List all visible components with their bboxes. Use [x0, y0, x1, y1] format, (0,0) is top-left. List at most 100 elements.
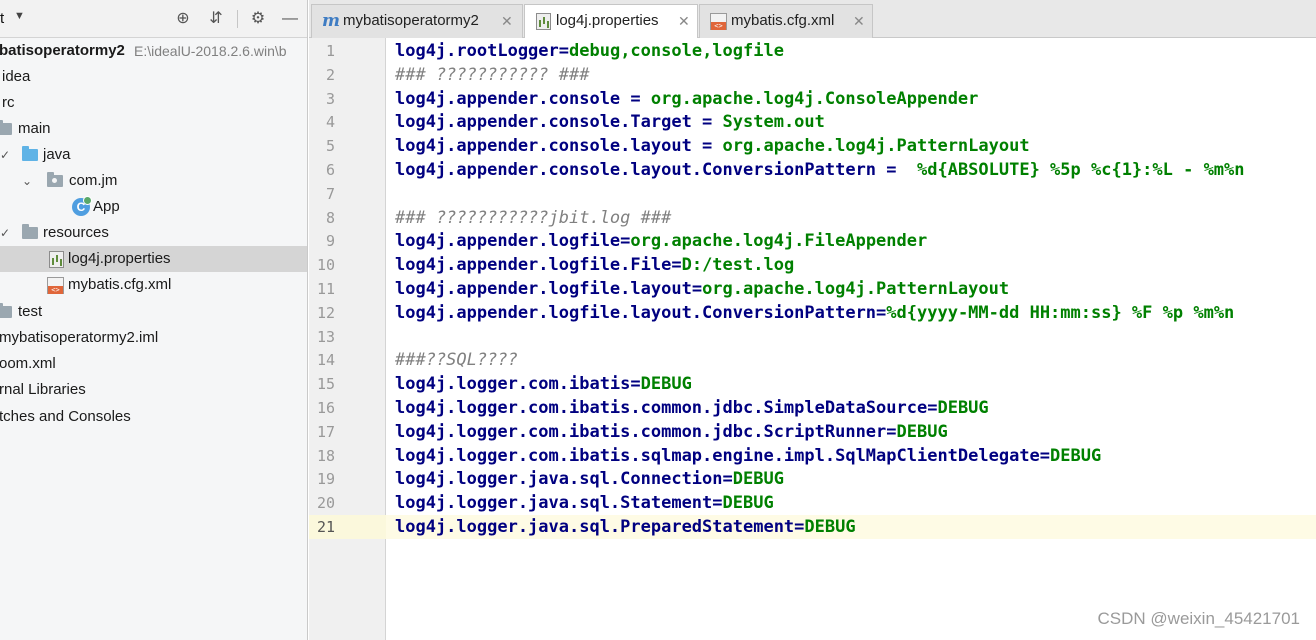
- line-number[interactable]: 7: [309, 182, 335, 206]
- tree-item-project-root[interactable]: batisoperatormy2 E:\idealU-2018.2.6.win\…: [0, 38, 307, 64]
- code-property-line[interactable]: log4j.logger.com.ibatis.common.jdbc.Simp…: [395, 396, 989, 420]
- property-key: log4j.appender.console.layout: [395, 136, 692, 157]
- line-number[interactable]: 3: [309, 87, 335, 111]
- code-property-line[interactable]: log4j.logger.java.sql.Connection=DEBUG: [395, 467, 784, 491]
- tree-item-pom[interactable]: oom.xml: [0, 351, 307, 377]
- tree-item-idea[interactable]: idea: [0, 64, 307, 90]
- code-property-line[interactable]: log4j.appender.console.Target = System.o…: [395, 110, 825, 134]
- tab-mybatisoperatormy2[interactable]: m mybatisoperatormy2 ✕: [311, 4, 523, 38]
- line-number[interactable]: 14: [309, 348, 335, 372]
- project-path: E:\idealU-2018.2.6.win\b: [134, 43, 287, 59]
- property-value: debug,console,logfile: [569, 41, 784, 61]
- tree-item-label: main: [18, 120, 51, 137]
- code-property-line[interactable]: log4j.appender.console.layout = org.apac…: [395, 134, 1030, 158]
- close-icon[interactable]: ✕: [853, 5, 865, 37]
- tree-item-iml[interactable]: mybatisoperatormy2.iml: [0, 325, 307, 351]
- code-property-line[interactable]: log4j.logger.java.sql.Statement=DEBUG: [395, 491, 774, 515]
- project-view-title[interactable]: t: [0, 10, 4, 27]
- tree-item-java[interactable]: ✓ java: [0, 142, 307, 168]
- code-property-line[interactable]: log4j.appender.console.layout.Conversion…: [395, 158, 1245, 182]
- code-editor[interactable]: 1 2 3 4 5 6 7 8 9 10 11 12 13 14 15 16 17 18 19 20 21 log4j.…: [309, 38, 1316, 640]
- tree-item-external-libraries[interactable]: rnal Libraries: [0, 377, 307, 403]
- line-number[interactable]: 2: [309, 63, 335, 87]
- property-key: log4j.appender.console.Target: [395, 112, 692, 133]
- property-value: DEBUG: [896, 421, 948, 442]
- line-number[interactable]: 4: [309, 110, 335, 134]
- code-property-line[interactable]: log4j.rootLogger=debug,console,logfile: [395, 39, 784, 63]
- project-panel: t ▼ ⊕ ⇵ ⚙ — batisoperatormy2 E:\idealU-2…: [0, 0, 308, 640]
- code-comment-line[interactable]: ###??SQL????: [395, 348, 518, 372]
- gear-icon[interactable]: ⚙: [248, 9, 268, 29]
- tree-item-label: tches and Consoles: [0, 408, 131, 425]
- separator: =: [876, 160, 917, 180]
- code-property-line[interactable]: log4j.logger.com.ibatis=DEBUG: [395, 372, 692, 396]
- watermark: CSDN @weixin_45421701: [1097, 609, 1300, 628]
- tab-log4j-properties[interactable]: log4j.properties ✕: [524, 4, 698, 39]
- line-number[interactable]: 20: [309, 491, 335, 515]
- tree-item-label: rnal Libraries: [0, 381, 86, 398]
- property-key: log4j.logger.com.ibatis: [395, 374, 631, 395]
- line-number-gutter[interactable]: 1 2 3 4 5 6 7 8 9 10 11 12 13 14 15 16 17 18 19 20 21: [309, 38, 386, 640]
- tree-item-app[interactable]: C App: [0, 194, 307, 220]
- line-number[interactable]: 5: [309, 134, 335, 158]
- code-property-line[interactable]: log4j.appender.logfile.layout=org.apache…: [395, 277, 1009, 301]
- chevron-down-icon[interactable]: ✓: [0, 142, 10, 168]
- line-number[interactable]: 15: [309, 372, 335, 396]
- line-number[interactable]: 8: [309, 206, 335, 230]
- close-icon[interactable]: ✕: [678, 5, 690, 37]
- line-number[interactable]: 21: [309, 515, 335, 539]
- tree-item-main[interactable]: main: [0, 116, 307, 142]
- line-number[interactable]: 13: [309, 325, 335, 349]
- tree-item-package[interactable]: ⌄ com.jm: [0, 168, 307, 194]
- code-property-line[interactable]: log4j.appender.logfile.layout.Conversion…: [395, 301, 1234, 325]
- code-property-line[interactable]: log4j.appender.console = org.apache.log4…: [395, 87, 978, 111]
- property-value: DEBUG: [1050, 445, 1102, 466]
- locate-target-icon[interactable]: ⊕: [173, 9, 193, 29]
- line-number[interactable]: 12: [309, 301, 335, 325]
- chevron-down-icon[interactable]: ⌄: [22, 168, 32, 194]
- tree-item-label: java: [43, 146, 71, 163]
- tree-item-scratches[interactable]: tches and Consoles: [0, 404, 307, 430]
- code-comment-line[interactable]: ### ??????????? ###: [395, 63, 589, 87]
- tree-item-label: resources: [43, 224, 109, 241]
- tree-item-resources[interactable]: ✓ resources: [0, 220, 307, 246]
- line-number[interactable]: 19: [309, 467, 335, 491]
- collapse-all-icon[interactable]: ⇵: [206, 9, 226, 29]
- chevron-down-icon[interactable]: ✓: [0, 220, 10, 246]
- tree-item-src[interactable]: rc: [0, 90, 307, 116]
- separator: =: [691, 112, 723, 133]
- line-number[interactable]: 1: [309, 39, 335, 63]
- tree-item-mybatis-cfg[interactable]: mybatis.cfg.xml: [0, 272, 307, 298]
- tree-item-label: com.jm: [69, 172, 118, 189]
- tree-item-test[interactable]: test: [0, 299, 307, 325]
- separator: =: [927, 398, 938, 418]
- tree-item-label: mybatisoperatormy2.iml: [0, 329, 159, 346]
- separator: =: [886, 421, 897, 442]
- code-property-line[interactable]: log4j.logger.com.ibatis.common.jdbc.Scri…: [395, 420, 948, 444]
- tab-label: mybatis.cfg.xml: [731, 12, 835, 29]
- close-icon[interactable]: ✕: [501, 5, 513, 37]
- line-number[interactable]: 11: [309, 277, 335, 301]
- maven-module-icon: m: [322, 11, 340, 31]
- view-dropdown-icon[interactable]: ▼: [14, 10, 25, 22]
- line-number[interactable]: 16: [309, 396, 335, 420]
- folder-icon: [0, 120, 12, 135]
- line-number[interactable]: 9: [309, 229, 335, 253]
- line-number[interactable]: 10: [309, 253, 335, 277]
- code-property-line[interactable]: log4j.appender.logfile=org.apache.log4j.…: [395, 229, 927, 253]
- code-property-line[interactable]: log4j.logger.com.ibatis.sqlmap.engine.im…: [395, 444, 1101, 468]
- separator: =: [691, 279, 703, 299]
- code-comment-line[interactable]: ### ???????????jbit.log ###: [395, 206, 671, 230]
- property-value: org.apache.log4j.ConsoleAppender: [650, 88, 979, 109]
- line-number[interactable]: 17: [309, 420, 335, 444]
- folder-icon: [0, 303, 12, 318]
- tree-item-log4j-properties[interactable]: log4j.properties: [0, 246, 307, 272]
- line-number[interactable]: 18: [309, 444, 335, 468]
- code-property-line[interactable]: log4j.appender.logfile.File=D:/test.log: [395, 253, 794, 277]
- line-number[interactable]: 6: [309, 158, 335, 182]
- tab-mybatis-cfg-xml[interactable]: mybatis.cfg.xml ✕: [699, 4, 873, 38]
- code-property-line[interactable]: log4j.logger.java.sql.PreparedStatement=…: [395, 515, 856, 539]
- property-key: log4j.appender.console: [395, 88, 621, 109]
- hide-panel-icon[interactable]: —: [280, 9, 300, 29]
- property-key: log4j.appender.logfile.layout: [395, 279, 692, 299]
